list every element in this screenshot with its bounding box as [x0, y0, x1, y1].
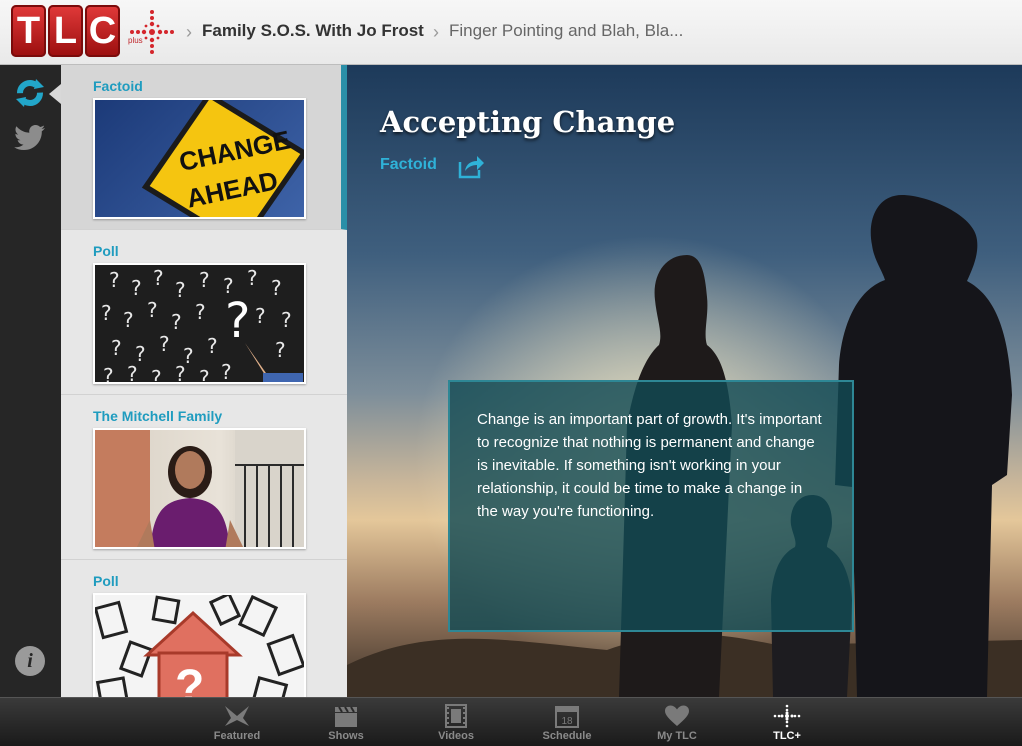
item-type-label: Factoid [93, 78, 143, 94]
change-ahead-thumbnail: CHANGE AHEAD [93, 98, 306, 219]
svg-text:?: ? [271, 276, 282, 300]
mitchell-family-thumbnail [93, 428, 306, 549]
svg-text:?: ? [195, 300, 206, 324]
tab-videos[interactable]: Videos [401, 698, 511, 746]
calendar-date: 18 [561, 716, 573, 727]
breadcrumb-show[interactable]: Family S.O.S. With Jo Frost [202, 21, 424, 41]
question-marks-thumbnail: ???? ???? ???? ??? ???? ?? ???? ?? ? [93, 263, 306, 384]
svg-text:?: ? [131, 276, 142, 300]
tlc-plus-icon [773, 704, 801, 728]
house-question-glyph: ? [175, 661, 204, 697]
list-item[interactable]: Poll ? [61, 560, 347, 697]
svg-text:?: ? [221, 360, 232, 384]
svg-text:?: ? [151, 366, 162, 384]
tab-my-tlc[interactable]: My TLC [622, 698, 732, 746]
svg-text:?: ? [147, 298, 158, 322]
tab-label: TLC+ [773, 730, 801, 742]
plus-logo-icon [130, 10, 174, 54]
tlc-logo[interactable]: T L C [11, 5, 120, 57]
item-type-label: Poll [93, 243, 119, 259]
heart-icon [665, 705, 689, 726]
svg-text:?: ? [255, 304, 266, 328]
svg-text:?: ? [247, 266, 258, 290]
tab-schedule[interactable]: 18 Schedule [512, 698, 622, 746]
tab-label: My TLC [657, 730, 697, 742]
film-icon [445, 704, 467, 728]
page-title: Accepting Change [380, 105, 676, 139]
svg-text:?: ? [153, 266, 164, 290]
tlc-logo-letter-t: T [11, 5, 46, 57]
list-item[interactable]: The Mitchell Family [61, 395, 347, 560]
svg-text:?: ? [175, 362, 186, 384]
factoid-body: Change is an important part of growth. I… [477, 411, 822, 520]
svg-text:?: ? [101, 301, 112, 325]
svg-text:?: ? [207, 334, 218, 358]
tab-featured[interactable]: Featured [182, 698, 292, 746]
info-icon[interactable]: i [15, 646, 45, 676]
house-question-thumbnail: ? [93, 593, 306, 697]
chevron-right-icon: › [186, 22, 192, 42]
plus-label: plus [128, 36, 143, 45]
item-type-label: Poll [93, 573, 119, 589]
tab-tlc-plus[interactable]: TLC+ [732, 698, 842, 746]
woman-on-porch-image [95, 430, 304, 547]
content-type-label: Factoid [380, 156, 437, 173]
tlc-logo-letter-c: C [85, 5, 120, 57]
clapboard-icon [335, 706, 357, 727]
svg-text:?: ? [175, 278, 186, 302]
tlc-logo-letter-l: L [48, 5, 83, 57]
svg-text:?: ? [159, 332, 170, 356]
factoid-text-panel: Change is an important part of growth. I… [448, 380, 854, 632]
change-ahead-sign-image: CHANGE AHEAD [141, 100, 304, 217]
list-item[interactable]: Poll ???? ???? ???? ??? ???? ?? ???? ?? … [61, 230, 347, 395]
content-list: Factoid CHANGE AHEAD Poll ???? ???? ????… [61, 65, 347, 697]
tab-label: Featured [213, 730, 261, 742]
top-bar: T L C plus › Family S.O.S. With Jo Frost… [0, 0, 1022, 65]
list-item[interactable]: Factoid CHANGE AHEAD [61, 65, 347, 230]
hero-panel: Accepting Change Factoid Change is an im… [347, 65, 1022, 697]
featured-icon [225, 706, 249, 726]
bottom-tab-bar: Featured Shows Videos 18 Schedule My TLC [0, 697, 1022, 745]
house-question-mark-image: ? [95, 595, 304, 697]
question-marks-chalkboard-image: ???? ???? ???? ??? ???? ?? ???? ?? ? [101, 266, 303, 384]
side-rail: i [0, 65, 61, 697]
share-icon[interactable] [457, 153, 485, 179]
svg-text:?: ? [109, 268, 120, 292]
refresh-icon[interactable] [14, 77, 46, 109]
svg-text:?: ? [225, 293, 250, 349]
svg-text:?: ? [199, 268, 210, 292]
breadcrumb-episode[interactable]: Finger Pointing and Blah, Bla... [449, 21, 683, 41]
svg-text:?: ? [275, 338, 286, 362]
svg-text:?: ? [127, 362, 138, 384]
item-type-label: The Mitchell Family [93, 408, 223, 424]
calendar-icon: 18 [555, 706, 579, 728]
svg-text:?: ? [281, 308, 292, 332]
tab-label: Schedule [542, 730, 592, 742]
svg-text:?: ? [199, 366, 210, 384]
tab-label: Videos [438, 730, 474, 742]
svg-text:?: ? [123, 308, 134, 332]
chevron-right-icon: › [433, 22, 439, 42]
svg-text:?: ? [111, 336, 122, 360]
svg-text:?: ? [103, 364, 114, 384]
svg-text:?: ? [171, 310, 182, 334]
twitter-icon[interactable] [14, 125, 46, 153]
selected-indicator [49, 84, 61, 104]
tab-shows[interactable]: Shows [291, 698, 401, 746]
tab-label: Shows [328, 730, 364, 742]
